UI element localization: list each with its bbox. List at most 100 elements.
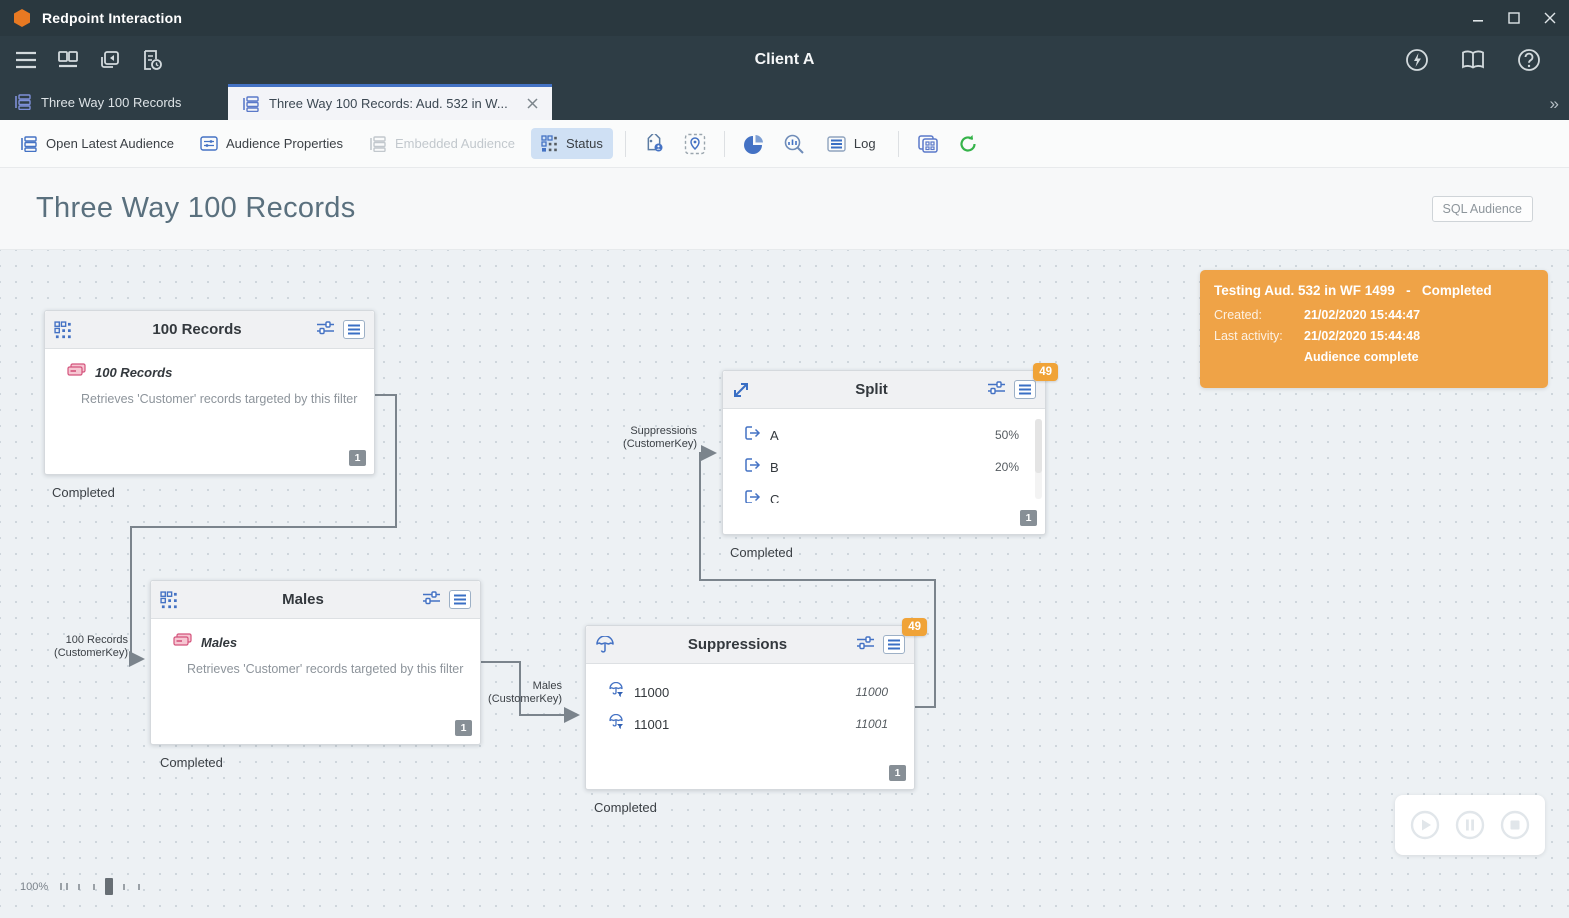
umbrella-icon: [595, 636, 619, 654]
suppression-row-11001[interactable]: 11001 11001: [586, 708, 914, 740]
count-badge: 1: [1020, 510, 1037, 526]
tab-overflow-icon[interactable]: »: [1550, 94, 1559, 114]
tab-close-icon[interactable]: [517, 98, 538, 109]
pause-icon[interactable]: [1455, 810, 1485, 840]
zoom-control: 100%: [20, 878, 140, 895]
zoom-level: 100%: [20, 881, 48, 893]
client-title: Client A: [755, 51, 815, 69]
workflow-canvas[interactable]: 100 Records(CustomerKey) Males(CustomerK…: [0, 250, 1569, 918]
suppression-row-11000[interactable]: 11000 11000: [586, 676, 914, 708]
audience-icon: [369, 136, 387, 152]
audience-icon: [14, 94, 32, 110]
tab-audience-532[interactable]: Three Way 100 Records: Aud. 532 in W...: [228, 84, 552, 120]
toolbar-separator: [724, 131, 725, 157]
tab-three-way-100-records[interactable]: Three Way 100 Records: [0, 84, 228, 120]
node-status: Completed: [730, 545, 793, 560]
node-body: 100 Records Retrieves 'Customer' records…: [45, 349, 374, 474]
audience-grid-icon: [54, 321, 78, 339]
pie-chart-icon[interactable]: [737, 129, 771, 159]
minimize-icon[interactable]: [1471, 11, 1485, 25]
filter-description: Retrieves 'Customer' records targeted by…: [45, 382, 374, 406]
node-title: Males: [184, 591, 422, 608]
app-title: Redpoint Interaction: [42, 10, 182, 26]
sql-audience-badge: SQL Audience: [1432, 196, 1533, 222]
node-body: 11000 11000 11001 11001 1: [586, 664, 914, 789]
tab-bar: Three Way 100 Records Three Way 100 Reco…: [0, 84, 1569, 120]
list-icon[interactable]: [343, 320, 365, 339]
node-header: 100 Records: [45, 311, 374, 349]
created-value: 21/02/2020 15:44:47: [1304, 308, 1534, 322]
last-activity-label: Last activity:: [1214, 329, 1304, 343]
geo-selection-icon[interactable]: [678, 129, 712, 159]
help-icon[interactable]: [1515, 46, 1543, 74]
offer-tag-icon[interactable]: [638, 129, 672, 159]
node-scrollbar[interactable]: [1035, 419, 1042, 499]
umbrella-filter-icon: [608, 714, 625, 735]
zoom-tick: [60, 883, 62, 890]
documentation-book-icon[interactable]: [1459, 46, 1487, 74]
split-row-b[interactable]: B 20%: [723, 451, 1045, 483]
node-split[interactable]: 49 Split A 50% B 20%: [722, 370, 1046, 535]
filter-description: Retrieves 'Customer' records targeted by…: [151, 652, 480, 676]
count-badge: 1: [349, 450, 366, 466]
redpoint-logo-icon: [12, 8, 32, 28]
scheduled-document-icon[interactable]: [138, 46, 166, 74]
close-icon[interactable]: [1543, 11, 1557, 25]
page-title: Three Way 100 Records: [36, 192, 356, 225]
audience-properties-label: Audience Properties: [226, 136, 343, 151]
audience-complete-text: Audience complete: [1304, 350, 1534, 364]
toolbar-separator: [898, 131, 899, 157]
refresh-icon[interactable]: [951, 129, 985, 159]
page-header: Three Way 100 Records SQL Audience: [0, 168, 1569, 250]
sliders-icon[interactable]: [422, 590, 441, 610]
workflows-icon[interactable]: [54, 46, 82, 74]
connection-status-icon[interactable]: [1403, 46, 1431, 74]
zoom-tick: [93, 884, 95, 890]
node-100-records[interactable]: 100 Records 100 Records Retrieves 'Custo…: [44, 310, 375, 475]
segment-output-icon: [745, 490, 761, 504]
maximize-icon[interactable]: [1507, 11, 1521, 25]
status-grid-icon: [541, 135, 558, 152]
audience-properties-button[interactable]: Audience Properties: [190, 129, 353, 158]
created-label: Created:: [1214, 308, 1304, 322]
node-title: Suppressions: [619, 636, 856, 653]
count-badge: 1: [889, 765, 906, 781]
zoom-tick: [123, 884, 125, 890]
play-icon[interactable]: [1410, 810, 1440, 840]
record-count-badge: 49: [902, 618, 927, 636]
status-toggle-button[interactable]: Status: [531, 128, 613, 159]
node-body: A 50% B 20% C 1: [723, 409, 1045, 534]
log-button[interactable]: Log: [817, 129, 886, 159]
split-row-a[interactable]: A 50%: [723, 419, 1045, 451]
record-count-badge: 49: [1033, 363, 1058, 381]
sliders-icon[interactable]: [316, 320, 335, 340]
folders-icon[interactable]: [96, 46, 124, 74]
filter-name: Males: [201, 635, 237, 650]
node-males[interactable]: Males Males Retrieves 'Customer' records…: [150, 580, 481, 745]
list-icon[interactable]: [883, 635, 905, 654]
zoom-slider-handle[interactable]: [105, 878, 113, 895]
wire-label-suppressions: Suppressions(CustomerKey): [597, 425, 697, 450]
sliders-icon[interactable]: [987, 380, 1006, 400]
stop-icon[interactable]: [1500, 810, 1530, 840]
embedded-audience-label: Embedded Audience: [395, 136, 515, 151]
hamburger-menu-icon[interactable]: [12, 46, 40, 74]
filter-cards-icon: [67, 363, 86, 382]
sliders-icon[interactable]: [856, 635, 875, 655]
node-title: 100 Records: [78, 321, 316, 338]
list-icon[interactable]: [449, 590, 471, 609]
node-suppressions[interactable]: 49 Suppressions 11000 11000 11001 11001: [585, 625, 915, 790]
embedded-audience-button: Embedded Audience: [359, 129, 525, 159]
analysis-search-icon[interactable]: [777, 129, 811, 159]
list-icon[interactable]: [1014, 380, 1036, 399]
split-row-c[interactable]: C: [723, 483, 1045, 503]
toolbar-separator: [625, 131, 626, 157]
audience-grid-icon: [160, 591, 184, 609]
node-header: Males: [151, 581, 480, 619]
reports-windows-icon[interactable]: [911, 129, 945, 159]
tab-label: Three Way 100 Records: Aud. 532 in W...: [269, 96, 508, 111]
segment-output-icon: [745, 458, 761, 477]
node-title: Split: [756, 381, 987, 398]
open-latest-audience-button[interactable]: Open Latest Audience: [10, 129, 184, 159]
audience-icon: [20, 136, 38, 152]
